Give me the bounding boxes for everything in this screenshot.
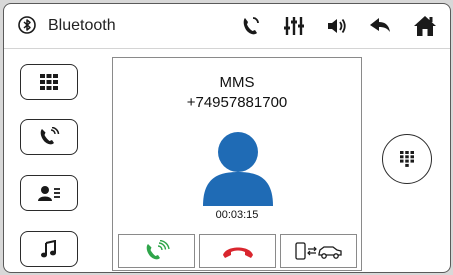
- active-call-card: MMS +74957881700 00:03:15: [112, 57, 362, 271]
- caller-name: MMS: [219, 74, 255, 91]
- dial-pad-icon: [400, 151, 414, 167]
- avatar-icon: [203, 132, 273, 206]
- phone-icon: [40, 127, 60, 145]
- sidebar-item-keypad[interactable]: [20, 64, 78, 100]
- top-bar: Bluetooth: [4, 4, 450, 49]
- volume-icon[interactable]: [324, 13, 350, 39]
- answer-button[interactable]: [118, 234, 195, 268]
- bluetooth-call-screen: Bluetooth MMS +74957881700 00:03:15: [3, 3, 451, 273]
- answer-phone-icon: [146, 240, 170, 260]
- sidebar-item-contacts[interactable]: [20, 175, 78, 211]
- back-icon[interactable]: [367, 13, 393, 39]
- music-note-icon: [41, 240, 56, 258]
- grid-icon: [40, 74, 58, 90]
- caller-number: +74957881700: [186, 94, 288, 111]
- phone-to-car-icon: [294, 242, 342, 260]
- contact-card-icon: [38, 186, 60, 201]
- equalizer-icon[interactable]: [281, 13, 307, 39]
- sidebar-item-music[interactable]: [20, 231, 78, 267]
- page-title: Bluetooth: [48, 17, 116, 34]
- call-duration: 00:03:15: [215, 209, 259, 221]
- sidebar-item-calls[interactable]: [20, 119, 78, 155]
- call-log-icon[interactable]: [238, 13, 264, 39]
- transfer-to-phone-button[interactable]: [280, 234, 357, 268]
- hang-up-button[interactable]: [199, 234, 276, 268]
- home-icon[interactable]: [412, 13, 438, 39]
- hang-up-icon: [222, 247, 253, 258]
- bluetooth-icon: [18, 16, 36, 39]
- dial-pad-button[interactable]: [382, 134, 432, 184]
